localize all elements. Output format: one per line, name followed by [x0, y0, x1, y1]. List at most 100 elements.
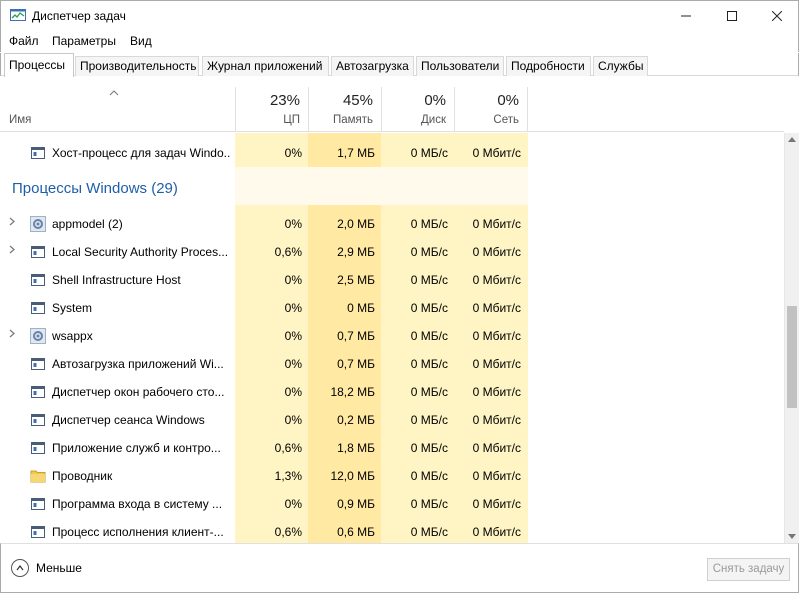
process-memory: 2,9 МБ — [337, 245, 375, 259]
expand-chevron-icon[interactable] — [9, 217, 15, 229]
tab-startup[interactable]: Автозагрузка — [331, 56, 414, 76]
process-name: Диспетчер окон рабочего сто... — [52, 385, 225, 399]
expand-chevron-icon[interactable] — [9, 329, 15, 341]
tab-details[interactable]: Подробности — [506, 56, 591, 76]
memory-total-percent: 45% — [342, 92, 373, 109]
menu-file[interactable]: Файл — [9, 34, 39, 48]
process-network: 0 Мбит/с — [472, 497, 521, 511]
process-disk: 0 МБ/с — [410, 413, 448, 427]
process-name: Приложение служб и контро... — [52, 441, 221, 455]
fewer-details-link[interactable]: Меньше — [36, 561, 82, 575]
process-network: 0 Мбит/с — [472, 385, 521, 399]
menu-options[interactable]: Параметры — [52, 34, 116, 48]
table-row[interactable]: System 0% 0 МБ 0 МБ/с 0 Мбит/с — [0, 294, 784, 322]
column-network-header[interactable]: 0% Сеть — [454, 87, 528, 131]
process-memory: 0,7 МБ — [337, 329, 375, 343]
tab-performance[interactable]: Производительность — [75, 56, 199, 76]
process-network: 0 Мбит/с — [472, 441, 521, 455]
window-process-icon — [31, 442, 45, 454]
tab-users[interactable]: Пользователи — [416, 56, 504, 76]
folder-icon — [30, 470, 46, 483]
table-row[interactable]: Программа входа в систему ... 0% 0,9 МБ 0 М… — [0, 490, 784, 518]
process-name: Программа входа в систему ... — [52, 497, 223, 511]
process-network: 0 Мбит/с — [472, 357, 521, 371]
process-cpu: 0% — [284, 217, 302, 231]
table-row[interactable]: Local Security Authority Proces... 0,6% 2,… — [0, 238, 784, 266]
process-disk: 0 МБ/с — [410, 245, 448, 259]
scroll-down-icon[interactable] — [788, 532, 796, 541]
process-cpu: 0,6% — [274, 441, 302, 455]
process-list: Хост-процесс для задач Windo... 0% 1,7 М… — [0, 133, 784, 543]
process-network: 0 Мбит/с — [472, 273, 521, 287]
maximize-icon[interactable] — [709, 1, 755, 31]
process-network: 0 Мбит/с — [472, 329, 521, 343]
memory-label: Память — [332, 114, 373, 126]
title-bar: Диспетчер задач — [0, 0, 799, 30]
column-memory-header[interactable]: 45% Память — [308, 87, 381, 131]
task-manager-app-icon — [10, 9, 26, 21]
process-name: System — [52, 301, 93, 315]
table-row[interactable]: Shell Infrastructure Host 0% 2,5 МБ 0 МБ/с 0… — [0, 266, 784, 294]
footer: Меньше Снять задачу — [0, 543, 799, 593]
process-cpu: 1,3% — [274, 469, 302, 483]
process-disk: 0 МБ/с — [410, 273, 448, 287]
tab-services[interactable]: Службы — [593, 56, 648, 76]
process-name: Хост-процесс для задач Windo... — [52, 146, 230, 160]
vertical-scrollbar[interactable] — [784, 133, 799, 543]
table-row[interactable]: Автозагрузка приложений Wi... 0% 0,7 МБ 0 М… — [0, 350, 784, 378]
process-name: Shell Infrastructure Host — [52, 273, 181, 287]
window-process-icon — [31, 358, 45, 370]
close-icon[interactable] — [754, 1, 799, 31]
process-memory: 0,2 МБ — [337, 413, 375, 427]
process-disk: 0 МБ/с — [410, 329, 448, 343]
scrollbar-thumb[interactable] — [787, 306, 797, 408]
minimize-icon[interactable] — [663, 1, 709, 31]
process-network: 0 Мбит/с — [472, 217, 521, 231]
process-cpu: 0% — [284, 413, 302, 427]
table-row[interactable]: appmodel (2) 0% 2,0 МБ 0 МБ/с 0 Мбит/с — [0, 210, 784, 238]
process-memory: 0,9 МБ — [337, 497, 375, 511]
tab-app-history[interactable]: Журнал приложений — [202, 56, 329, 76]
end-task-button[interactable]: Снять задачу — [707, 558, 790, 581]
table-row[interactable]: Диспетчер сеанса Windows 0% 0,2 МБ 0 МБ/с 0 … — [0, 406, 784, 434]
process-disk: 0 МБ/с — [410, 357, 448, 371]
process-cpu: 0% — [284, 301, 302, 315]
menu-view[interactable]: Вид — [130, 34, 152, 48]
group-title: Процессы Windows (29) — [12, 180, 178, 197]
table-row[interactable]: Диспетчер окон рабочего сто... 0% 18,2 МБ 0… — [0, 378, 784, 406]
table-row[interactable]: Приложение служб и контро... 0,6% 1,8 МБ 0 … — [0, 434, 784, 462]
column-disk-header[interactable]: 0% Диск — [381, 87, 454, 131]
column-cpu-header[interactable]: 23% ЦП — [235, 87, 308, 131]
process-name: Диспетчер сеанса Windows — [52, 413, 205, 427]
process-memory: 0,6 МБ — [337, 525, 375, 539]
window-process-icon — [31, 274, 45, 286]
process-memory: 1,7 МБ — [337, 146, 375, 160]
process-cpu: 0,6% — [274, 245, 302, 259]
tab-processes[interactable]: Процессы — [4, 53, 74, 77]
table-row[interactable]: wsappx 0% 0,7 МБ 0 МБ/с 0 Мбит/с — [0, 322, 784, 350]
process-disk: 0 МБ/с — [410, 385, 448, 399]
window-process-icon — [31, 246, 45, 258]
expand-chevron-icon[interactable] — [9, 245, 15, 257]
table-row[interactable]: Хост-процесс для задач Windo... 0% 1,7 М… — [0, 139, 784, 167]
tab-bar: Процессы Производительность Журнал прило… — [0, 53, 799, 77]
process-network: 0 Мбит/с — [472, 469, 521, 483]
window-process-icon — [31, 386, 45, 398]
process-cpu: 0,6% — [274, 525, 302, 539]
window-process-icon — [31, 414, 45, 426]
collapse-icon[interactable] — [11, 559, 29, 577]
process-memory: 1,8 МБ — [337, 441, 375, 455]
process-disk: 0 МБ/с — [410, 497, 448, 511]
process-memory: 0,7 МБ — [337, 357, 375, 371]
column-name-header[interactable]: Имя — [9, 114, 31, 126]
sort-ascending-icon — [109, 87, 119, 99]
process-disk: 0 МБ/с — [410, 441, 448, 455]
scroll-up-icon[interactable] — [788, 135, 796, 144]
process-disk: 0 МБ/с — [410, 217, 448, 231]
process-cpu: 0% — [284, 329, 302, 343]
window-process-icon — [31, 498, 45, 510]
process-cpu: 0% — [284, 385, 302, 399]
table-row[interactable]: Процесс исполнения клиент-... 0,6% 0,6 МБ 0… — [0, 518, 784, 543]
table-row[interactable]: Проводник 1,3% 12,0 МБ 0 МБ/с 0 Мбит/с — [0, 462, 784, 490]
window-process-icon — [31, 147, 45, 159]
